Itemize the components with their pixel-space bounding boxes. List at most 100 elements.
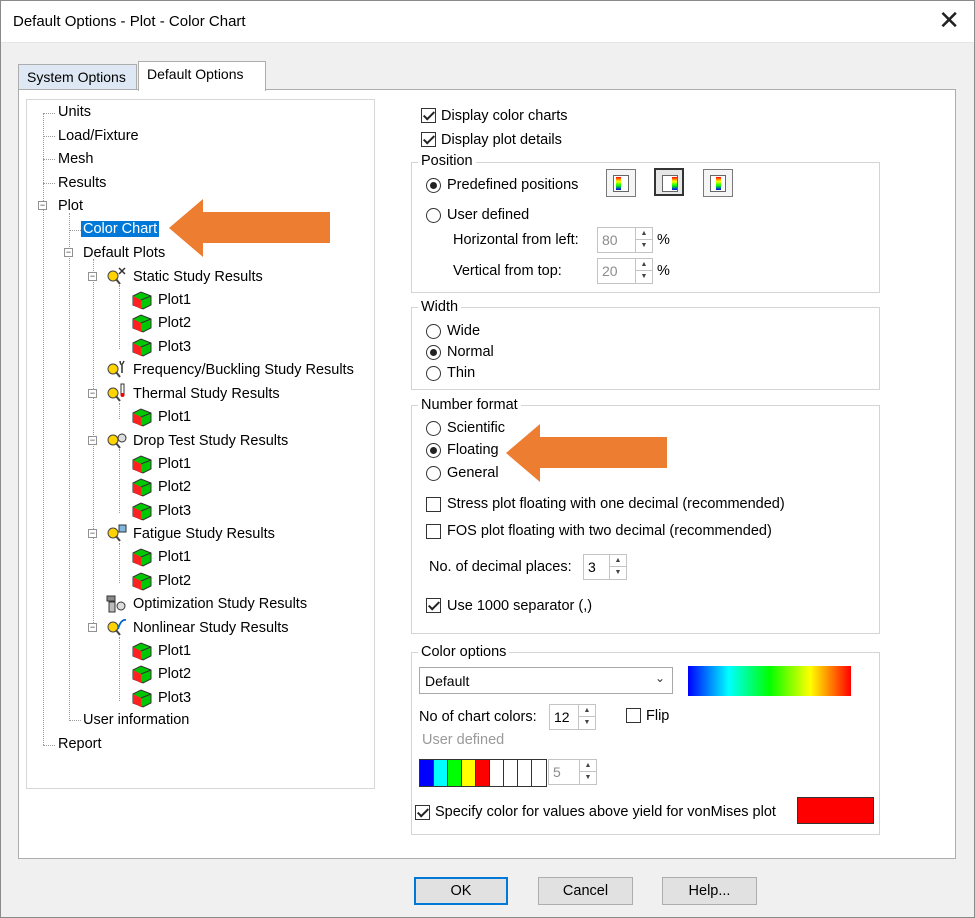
spin-down-icon[interactable]: ▼ <box>580 772 596 784</box>
tree-item-plot[interactable]: Plot <box>58 196 83 216</box>
tree-item-plot2[interactable]: Plot2 <box>158 313 191 333</box>
chart-colors-stepper[interactable]: 12 ▲ ▼ <box>549 704 596 730</box>
user-defined-colors-stepper[interactable]: 5 ▲ ▼ <box>548 759 597 785</box>
yield-color-label: Specify color for values above yield for… <box>435 804 776 820</box>
display-plot-details-checkbox[interactable] <box>421 132 436 147</box>
fos-floating-label: FOS plot floating with two decimal (reco… <box>447 523 772 539</box>
spin-up-icon[interactable]: ▲ <box>636 228 652 240</box>
yield-color-checkbox[interactable] <box>415 805 430 820</box>
tree-item-plot3[interactable]: Plot3 <box>158 688 191 708</box>
tree-item-drop-test-study[interactable]: Drop Test Study Results <box>133 431 288 451</box>
spin-down-icon[interactable]: ▼ <box>636 271 652 283</box>
yield-color-swatch[interactable] <box>797 797 874 824</box>
color-swatch[interactable] <box>420 760 434 786</box>
optimization-study-icon <box>106 595 126 613</box>
tree-item-fatigue-study[interactable]: Fatigue Study Results <box>133 524 275 544</box>
width-thin-label: Thin <box>447 365 476 381</box>
scientific-radio[interactable] <box>426 421 441 436</box>
decimal-places-stepper[interactable]: 3 ▲ ▼ <box>583 554 627 580</box>
floating-radio[interactable] <box>426 443 441 458</box>
width-thin-radio[interactable] <box>426 366 441 381</box>
vertical-unit: % <box>657 263 670 279</box>
spin-up-icon[interactable]: ▲ <box>636 259 652 271</box>
user-defined-position-radio[interactable] <box>426 208 441 223</box>
spin-up-icon[interactable]: ▲ <box>610 555 626 567</box>
color-swatch[interactable] <box>462 760 476 786</box>
color-swatch[interactable] <box>476 760 490 786</box>
position-center-button[interactable] <box>703 169 733 197</box>
ok-button[interactable]: OK <box>414 877 508 905</box>
tree-item-nonlinear-study[interactable]: Nonlinear Study Results <box>133 618 289 638</box>
tree-item-plot3[interactable]: Plot3 <box>158 501 191 521</box>
plot-icon <box>132 502 152 521</box>
collapse-icon[interactable]: − <box>88 623 97 632</box>
flip-checkbox[interactable] <box>626 708 641 723</box>
display-color-charts-checkbox[interactable] <box>421 108 436 123</box>
decimal-places-label: No. of decimal places: <box>429 559 572 575</box>
tree-item-plot1[interactable]: Plot1 <box>158 407 191 427</box>
width-wide-label: Wide <box>447 323 481 339</box>
chevron-down-icon[interactable]: ⌄ <box>655 671 665 685</box>
tree-item-report[interactable]: Report <box>58 734 102 754</box>
stress-floating-checkbox[interactable] <box>426 497 441 512</box>
help-button[interactable]: Help... <box>662 877 757 905</box>
collapse-icon[interactable]: − <box>88 389 97 398</box>
tree-item-plot2[interactable]: Plot2 <box>158 664 191 684</box>
collapse-icon[interactable]: − <box>88 436 97 445</box>
cancel-button[interactable]: Cancel <box>538 877 633 905</box>
predefined-positions-radio[interactable] <box>426 178 441 193</box>
collapse-icon[interactable]: − <box>64 248 73 257</box>
spin-up-icon[interactable]: ▲ <box>579 705 595 717</box>
display-plot-details-label: Display plot details <box>441 132 562 148</box>
tree-item-plot3[interactable]: Plot3 <box>158 337 191 357</box>
color-swatch[interactable] <box>434 760 448 786</box>
position-right-button[interactable] <box>654 168 684 196</box>
tree-item-plot2[interactable]: Plot2 <box>158 477 191 497</box>
tree-item-frequency-study[interactable]: Frequency/Buckling Study Results <box>133 360 354 380</box>
width-wide-radio[interactable] <box>426 324 441 339</box>
use-1000-separator-checkbox[interactable] <box>426 598 441 613</box>
tree-item-optimization-study[interactable]: Optimization Study Results <box>133 594 307 614</box>
collapse-icon[interactable]: − <box>88 529 97 538</box>
plot-icon <box>132 314 152 333</box>
color-swatch[interactable] <box>490 760 504 786</box>
general-radio[interactable] <box>426 466 441 481</box>
collapse-icon[interactable]: − <box>38 201 47 210</box>
tree-item-plot1[interactable]: Plot1 <box>158 290 191 310</box>
tree-item-results[interactable]: Results <box>58 173 106 193</box>
tab-default-options[interactable]: Default Options <box>138 61 266 91</box>
tree-item-thermal-study[interactable]: Thermal Study Results <box>133 384 280 404</box>
color-swatch[interactable] <box>532 760 546 786</box>
tree-item-load-fixture[interactable]: Load/Fixture <box>58 126 139 146</box>
vertical-from-top-stepper[interactable]: 20 ▲ ▼ <box>597 258 653 284</box>
display-color-charts-label: Display color charts <box>441 108 568 124</box>
annotation-arrow-icon <box>506 424 667 482</box>
close-icon[interactable]: ✕ <box>938 7 960 33</box>
drop-test-study-icon <box>107 433 127 449</box>
tree-item-units[interactable]: Units <box>58 102 91 122</box>
fos-floating-checkbox[interactable] <box>426 524 441 539</box>
tree-item-plot1[interactable]: Plot1 <box>158 641 191 661</box>
horizontal-from-left-stepper[interactable]: 80 ▲ ▼ <box>597 227 653 253</box>
spin-up-icon[interactable]: ▲ <box>580 760 596 772</box>
tree-item-default-plots[interactable]: Default Plots <box>83 243 165 263</box>
tree-item-static-study[interactable]: Static Study Results <box>133 267 263 287</box>
tree-item-plot1[interactable]: Plot1 <box>158 454 191 474</box>
color-swatch[interactable] <box>518 760 532 786</box>
color-scheme-select[interactable]: Default ⌄ <box>419 667 673 694</box>
predefined-positions-label: Predefined positions <box>447 177 579 193</box>
collapse-icon[interactable]: − <box>88 272 97 281</box>
tree-item-color-chart[interactable]: Color Chart <box>81 219 160 239</box>
spin-down-icon[interactable]: ▼ <box>579 717 595 729</box>
tree-item-plot2[interactable]: Plot2 <box>158 571 191 591</box>
color-swatch[interactable] <box>448 760 462 786</box>
spin-down-icon[interactable]: ▼ <box>610 567 626 579</box>
tree-item-user-information[interactable]: User information <box>83 710 189 730</box>
tree-item-mesh[interactable]: Mesh <box>58 149 93 169</box>
spin-down-icon[interactable]: ▼ <box>636 240 652 252</box>
color-swatch[interactable] <box>504 760 518 786</box>
tree-item-plot1[interactable]: Plot1 <box>158 547 191 567</box>
width-normal-radio[interactable] <box>426 345 441 360</box>
position-left-button[interactable] <box>606 169 636 197</box>
tab-system-options[interactable]: System Options <box>18 64 137 90</box>
